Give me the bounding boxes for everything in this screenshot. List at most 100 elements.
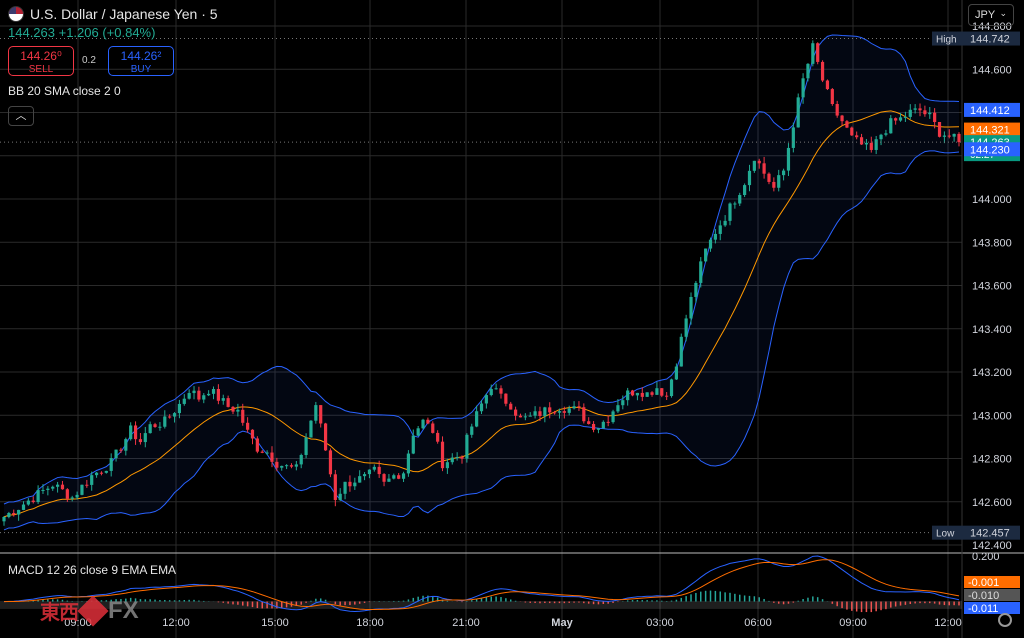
candle-body: [879, 134, 883, 140]
candle-body: [767, 173, 771, 182]
candle-body: [903, 116, 908, 118]
candle-body: [933, 112, 937, 122]
currency-select[interactable]: JPY ⌄: [968, 4, 1014, 26]
candle-body: [241, 409, 245, 423]
candle-body: [99, 472, 104, 474]
candle-body: [894, 118, 898, 121]
candle-body: [538, 411, 542, 417]
y-tick-label: 142.600: [972, 497, 1012, 509]
candle-body: [143, 433, 147, 443]
macd-tick-label: 0.200: [972, 551, 1000, 563]
candle-body: [109, 458, 113, 471]
candle-body: [957, 133, 961, 143]
candle-body: [104, 470, 108, 473]
candle-body: [845, 121, 849, 128]
candle-body: [158, 426, 162, 428]
candle-body: [830, 89, 834, 105]
settings-gear-icon[interactable]: [998, 613, 1012, 627]
candle-body: [859, 137, 864, 145]
candle-body: [518, 415, 523, 418]
candle-body: [133, 425, 138, 440]
candle-body: [70, 497, 74, 499]
candle-body: [884, 133, 888, 135]
candle-body: [455, 456, 459, 458]
candle-body: [255, 438, 259, 452]
candle-body: [275, 461, 279, 468]
candle-body: [913, 108, 917, 110]
candle-body: [41, 489, 45, 491]
candle-body: [660, 388, 664, 396]
candle-body: [733, 203, 737, 205]
logo-text-jp: 東西: [40, 602, 79, 624]
indicator-legend[interactable]: BB 20 SMA close 2 0: [8, 84, 121, 98]
candle-body: [684, 318, 688, 337]
candle-body: [260, 451, 264, 453]
candle-body: [665, 395, 669, 397]
candle-body: [202, 395, 206, 400]
candle-body: [869, 142, 873, 150]
candle-body: [119, 449, 123, 451]
candle-body: [674, 366, 678, 380]
candle-body: [440, 441, 445, 469]
candle-body: [772, 181, 776, 188]
candle-body: [942, 135, 946, 137]
candle-body: [855, 135, 859, 138]
candle-body: [211, 389, 216, 394]
candle-body: [630, 390, 635, 396]
candle-body: [299, 454, 303, 465]
candle-body: [280, 465, 284, 468]
sell-price: 144.26⁰: [20, 49, 62, 63]
buy-label: BUY: [130, 64, 152, 75]
candle-body: [626, 390, 630, 401]
candle-body: [704, 248, 708, 262]
candle-body: [850, 127, 854, 136]
candle-body: [411, 435, 415, 454]
candle-body: [465, 434, 469, 459]
candle-body: [484, 395, 488, 404]
candle-body: [548, 407, 552, 413]
candle-body: [406, 453, 411, 474]
candle-body: [168, 416, 172, 418]
candle-body: [606, 421, 610, 423]
buy-button[interactable]: 144.26² BUY: [108, 46, 174, 76]
candle-body: [816, 43, 820, 62]
candle-body: [450, 457, 454, 463]
candle-body: [80, 484, 84, 495]
candle-body: [65, 489, 69, 499]
logo-diamond-icon: [77, 594, 109, 627]
price-chart[interactable]: 144.800144.600144.400144.200144.000143.8…: [0, 0, 1024, 638]
candle-body: [791, 127, 795, 148]
candle-body: [655, 388, 659, 395]
candle-body: [591, 423, 596, 430]
collapse-legend-button[interactable]: ︿: [8, 106, 34, 126]
spread-value: 0.2: [82, 55, 96, 66]
macd-legend[interactable]: MACD 12 26 close 9 EMA EMA: [8, 563, 176, 577]
symbol-title[interactable]: U.S. Dollar / Japanese Yen · 5: [30, 6, 218, 22]
candle-body: [55, 484, 60, 487]
candle-body: [514, 409, 518, 416]
candle-body: [777, 175, 781, 188]
sell-button[interactable]: 144.26⁰ SELL: [8, 46, 74, 76]
candle-body: [786, 147, 791, 171]
candle-body: [947, 135, 951, 137]
candle-body: [358, 476, 362, 483]
candle-body: [601, 421, 605, 429]
candle-body: [864, 142, 869, 145]
candle-body: [694, 282, 698, 297]
candle-body: [138, 439, 143, 443]
candle-body: [129, 425, 133, 440]
candle-body: [314, 405, 318, 421]
candle-body: [587, 421, 591, 424]
candle-body: [635, 392, 640, 396]
candle-body: [85, 484, 89, 486]
logo-text-fx: FX: [108, 596, 139, 624]
candle-body: [124, 439, 128, 451]
candle-body: [26, 500, 30, 505]
candle-body: [221, 398, 225, 401]
candle-body: [153, 424, 157, 427]
candle-body: [616, 405, 620, 412]
candle-body: [2, 516, 6, 522]
x-tick-label: May: [551, 617, 573, 629]
candle-body: [728, 203, 732, 221]
candle-body: [338, 493, 342, 500]
